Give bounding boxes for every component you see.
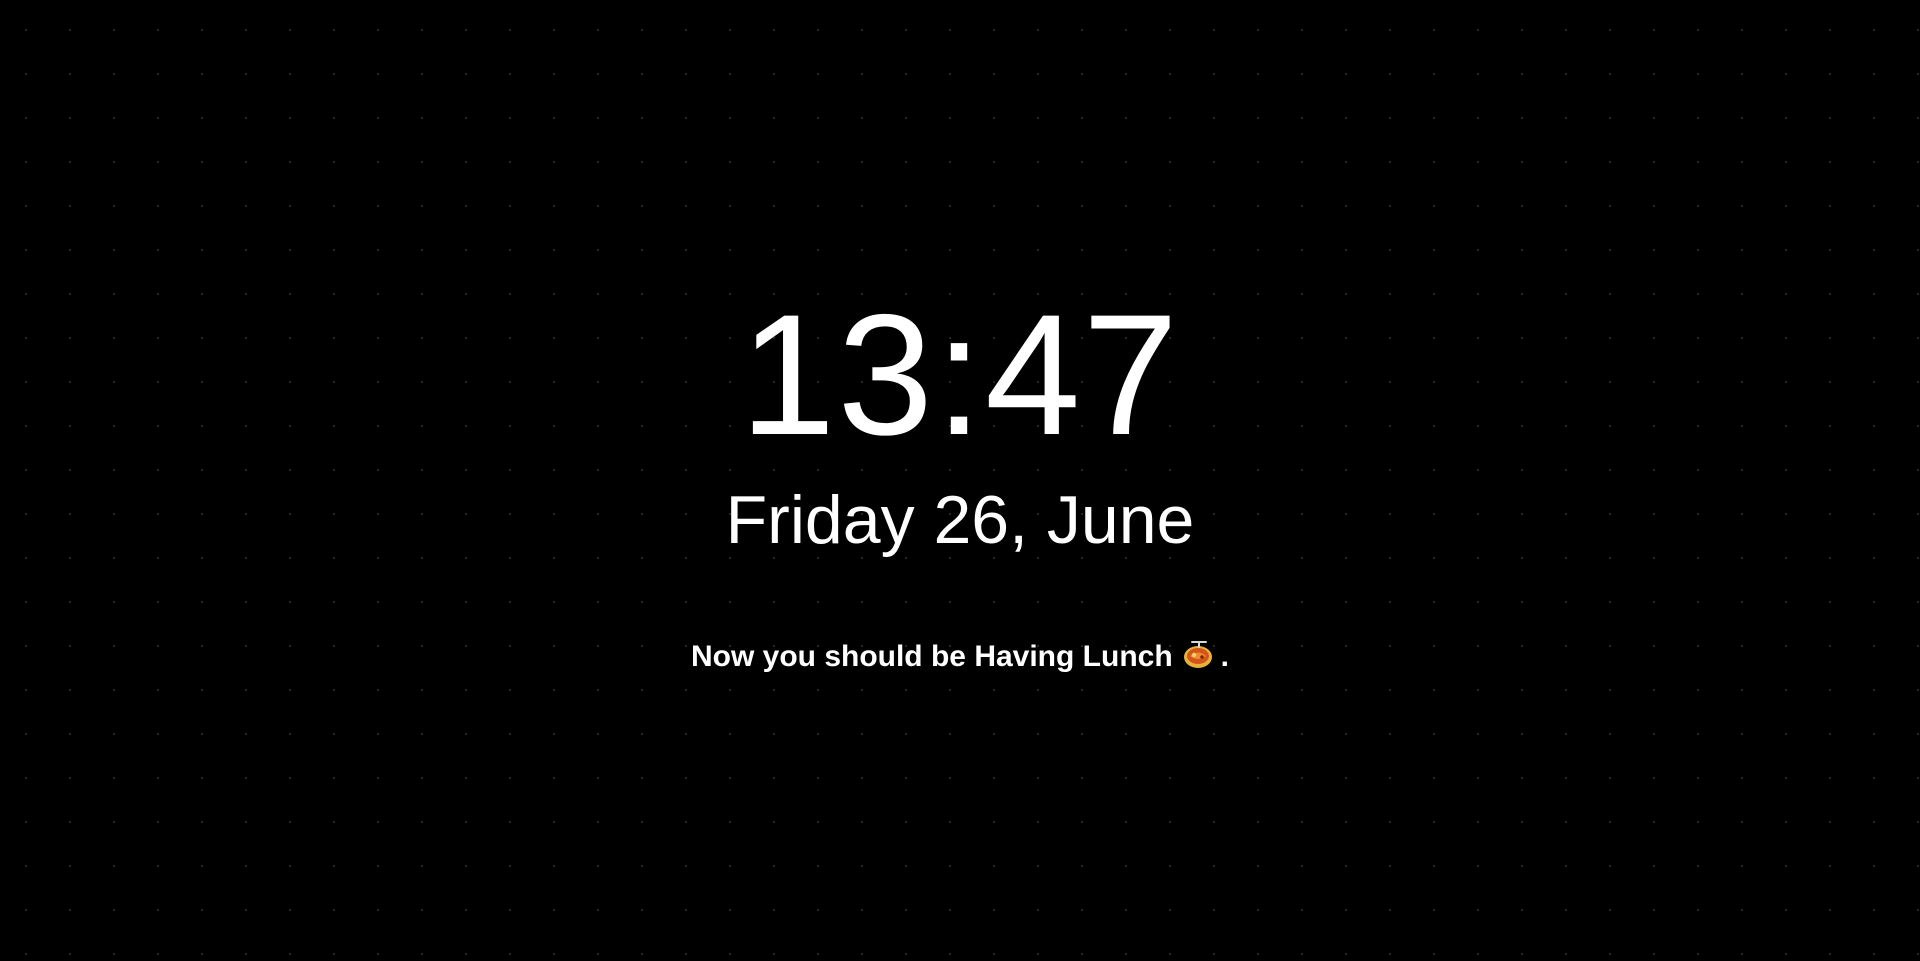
activity-suffix: . <box>1220 640 1229 673</box>
current-time: 13:47 <box>739 279 1181 471</box>
activity-message: Now you should be Having Lunch. <box>0 634 1920 679</box>
current-date: Friday 26, June <box>725 482 1195 558</box>
activity-text: Now you should be Having Lunch <box>690 640 1173 673</box>
clock-display: 13:47 Friday 26, June Now you should be … <box>0 0 1920 961</box>
lunch-food-icon <box>1179 634 1217 672</box>
